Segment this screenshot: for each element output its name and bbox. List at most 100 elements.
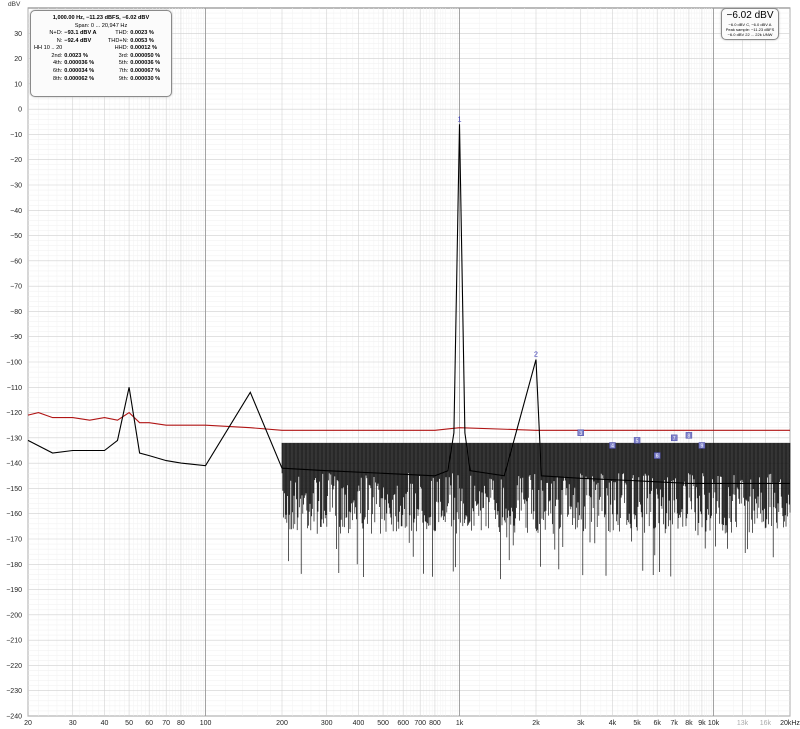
- y-tick-label: −200: [6, 612, 22, 619]
- stats-header: 1,000.00 Hz, −11.23 dBFS, −6.02 dBV: [52, 15, 150, 21]
- y-tick-label: −140: [6, 461, 22, 468]
- stats-row: 4th: 0.000036 % 5th: 0.000036 %: [33, 60, 171, 68]
- y-tick-label: −120: [6, 410, 22, 417]
- y-tick-label: −110: [7, 385, 22, 392]
- y-tick-label: −190: [6, 587, 22, 594]
- stat-value: −93.1 dBV A: [64, 30, 97, 36]
- x-tick-label: 3k: [577, 720, 585, 727]
- y-tick-label: −180: [6, 562, 22, 569]
- harmonic-marker: 1: [458, 116, 462, 123]
- harmonic-marker: 8: [688, 433, 691, 439]
- x-tick-label: 20kHz: [780, 720, 800, 727]
- x-tick-label: 4k: [609, 720, 617, 727]
- x-tick-label: 600: [397, 720, 409, 727]
- y-tick-label: −150: [6, 486, 22, 493]
- stats-row: 8th: 0.000062 % 9th: 0.000030 %: [33, 76, 171, 84]
- stat-value: 0.000030 %: [130, 75, 161, 82]
- stat-value: 0.000062 %: [64, 75, 95, 82]
- y-tick-label: −40: [10, 208, 22, 215]
- stats-row: HH 10 .. 20 HHD: 0.00012 %: [33, 45, 171, 53]
- stat-label: 3rd:: [118, 52, 129, 59]
- x-tick-label: 300: [321, 720, 333, 727]
- level-line-3: −6.0 dBV 22 ... 22k UNW: [727, 32, 773, 37]
- stat-value: 0.0023 %: [130, 30, 154, 36]
- y-tick-label: −210: [6, 638, 22, 645]
- stats-row: 6th: 0.000034 % 7th: 0.000067 %: [33, 68, 171, 76]
- harmonic-marker: 7: [673, 436, 676, 442]
- stat-label: 7th:: [118, 67, 129, 74]
- stat-value: 0.0053 %: [130, 37, 154, 44]
- y-tick-label: −220: [6, 663, 22, 670]
- y-tick-label: 30: [14, 31, 22, 38]
- x-tick-label: 9k: [698, 720, 706, 727]
- stat-value: 0.00012 %: [130, 45, 157, 52]
- x-tick-label: 80: [177, 720, 185, 727]
- x-tick-label: 30: [69, 720, 77, 727]
- harmonic-marker: 5: [636, 438, 639, 444]
- y-tick-label: −60: [10, 258, 22, 265]
- x-tick-label: 700: [414, 720, 426, 727]
- y-tick-label: −170: [6, 537, 22, 544]
- stats-span: Span: 0 ... 20,947 Hz: [74, 23, 128, 29]
- stat-label: 5th:: [118, 60, 129, 67]
- stat-label: THD+N:: [107, 37, 129, 44]
- x-tick-label: 8k: [685, 720, 693, 727]
- x-tick-label: 100: [200, 720, 212, 727]
- harmonic-marker: 3: [579, 431, 582, 437]
- x-tick-label: 6k: [653, 720, 661, 727]
- y-axis-label: dBV: [8, 1, 21, 8]
- y-tick-label: −30: [10, 183, 22, 190]
- y-tick-label: −50: [10, 233, 22, 240]
- stats-panel: 1,000.00 Hz, −11.23 dBFS, −6.02 dBV Span…: [30, 10, 172, 97]
- x-tick-label: 2k: [532, 720, 540, 727]
- stat-label: N+D:: [49, 30, 63, 36]
- x-tick-label: 70: [162, 720, 170, 727]
- y-tick-label: 0: [18, 107, 22, 114]
- level-value: −6.02 dBV: [726, 10, 774, 21]
- x-tick-label: 7k: [670, 720, 678, 727]
- y-tick-label: −100: [6, 360, 22, 367]
- stat-label: 9th:: [118, 75, 129, 82]
- stats-row: N: −92.4 dBV THD+N: 0.0053 %: [33, 38, 171, 46]
- stat-value: [63, 45, 105, 53]
- x-tick-label: 20: [24, 720, 32, 727]
- y-tick-label: 20: [14, 56, 22, 63]
- x-tick-label: 50: [125, 720, 133, 727]
- stat-label: THD:: [115, 30, 129, 36]
- stat-value: 0.000036 %: [130, 60, 161, 67]
- harmonic-marker: 6: [656, 454, 659, 460]
- x-tick-label: 13k: [737, 720, 749, 727]
- stat-label: 8th:: [52, 75, 63, 82]
- x-tick-label: 10k: [708, 720, 720, 727]
- x-tick-label: 16k: [760, 720, 772, 727]
- y-tick-label: −10: [10, 132, 22, 139]
- x-tick-label: 400: [353, 720, 365, 727]
- stat-label: 4th:: [52, 60, 63, 67]
- stat-label: HHD:: [114, 45, 129, 52]
- y-tick-label: −90: [10, 334, 22, 341]
- x-tick-label: 60: [145, 720, 153, 727]
- harmonic-marker: 2: [534, 351, 538, 358]
- stat-value: 0.000050 %: [130, 52, 161, 59]
- spectrum-chart: 3020100−10−20−30−40−50−60−70−80−90−100−1…: [6, 1, 800, 727]
- y-tick-label: −130: [6, 435, 22, 442]
- stats-row: N+D: −93.1 dBV A THD: 0.0023 %: [33, 30, 171, 38]
- harmonic-marker: 4: [611, 443, 614, 449]
- stat-label: 2nd:: [51, 52, 63, 59]
- stat-label: HH 10 .. 20: [34, 45, 63, 52]
- y-tick-label: −80: [10, 309, 22, 316]
- harmonic-marker: 9: [701, 443, 704, 449]
- stat-value: 0.0023 %: [64, 52, 88, 59]
- stat-label: N:: [56, 37, 63, 44]
- y-tick-label: −160: [6, 511, 22, 518]
- stat-value: 0.000034 %: [64, 67, 95, 74]
- stat-value: −92.4 dBV: [64, 37, 92, 44]
- y-tick-label: −230: [6, 688, 22, 695]
- y-tick-label: −20: [10, 157, 22, 164]
- y-tick-label: −240: [6, 714, 22, 721]
- x-tick-label: 5k: [633, 720, 641, 727]
- x-tick-label: 40: [101, 720, 109, 727]
- stat-value: 0.000036 %: [64, 60, 95, 67]
- x-tick-label: 800: [429, 720, 441, 727]
- stats-table: N+D: −93.1 dBV A THD: 0.0023 % N: −92.4 dBV TH…: [33, 30, 171, 83]
